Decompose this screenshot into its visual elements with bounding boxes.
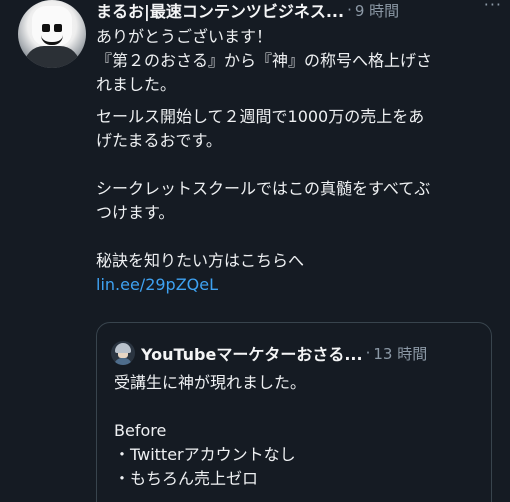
quote-time[interactable]: 13 時間 — [373, 343, 427, 364]
smile-icon — [41, 35, 63, 45]
more-options-icon[interactable]: ··· — [484, 0, 502, 14]
avatar-body — [24, 46, 80, 68]
marshmello-head-icon — [32, 6, 72, 46]
external-link[interactable]: lin.ee/29pZQeL — [96, 275, 218, 294]
quote-header: YouTubeマーケターおさる... · 13 時間 — [111, 341, 427, 365]
quote-line: 受講生に神が現れました。 — [114, 373, 307, 392]
author-name[interactable]: まるお|最速コンテンツビジネス... — [96, 0, 344, 22]
quote-body: 受講生に神が現れました。 Before ・Twitterアカウントなし ・もちろ… — [114, 371, 484, 491]
left-eye-icon — [42, 24, 50, 32]
quote-author-name[interactable]: YouTubeマーケターおさる... — [141, 341, 363, 365]
tweet-line: つけます。 — [96, 203, 175, 222]
quote-line: ・Twitterアカウントなし — [114, 445, 296, 464]
quoted-tweet[interactable]: YouTubeマーケターおさる... · 13 時間 受講生に神が現れました。 … — [96, 322, 492, 502]
tweet-body: ありがとうございます！ 『第２のおさる』から『神』の称号へ格上げさ れました。 … — [96, 25, 502, 297]
tweet-line: シークレットスクールではこの真髄をすべてぶ — [96, 179, 431, 198]
tweet-line: げたまるおです。 — [96, 131, 222, 150]
tweet-line: 『第２のおさる』から『神』の称号へ格上げさ — [96, 51, 433, 70]
separator: · — [347, 1, 352, 19]
quote-line: ・もちろん売上ゼロ — [114, 469, 259, 488]
quote-line: Before — [114, 421, 167, 440]
tweet-line: れました。 — [96, 75, 177, 94]
author-avatar[interactable] — [18, 0, 86, 68]
tweet-time[interactable]: 9 時間 — [355, 0, 399, 21]
right-eye-icon — [54, 24, 62, 32]
tweet-line: ありがとうございます！ — [96, 27, 273, 46]
separator: · — [365, 344, 371, 362]
tweet-line: セールス開始して２週間で1000万の売上をあ — [96, 107, 425, 126]
tweet-line: 秘訣を知りたい方はこちらへ — [96, 251, 305, 270]
tweet[interactable]: まるお|最速コンテンツビジネス... · 9 時間 ··· ありがとうございます… — [0, 0, 510, 502]
quote-author-avatar[interactable] — [111, 341, 135, 365]
avatar-shoulders — [114, 358, 132, 365]
avatar-cap-icon — [115, 343, 131, 353]
tweet-header: まるお|最速コンテンツビジネス... · 9 時間 — [96, 0, 506, 22]
